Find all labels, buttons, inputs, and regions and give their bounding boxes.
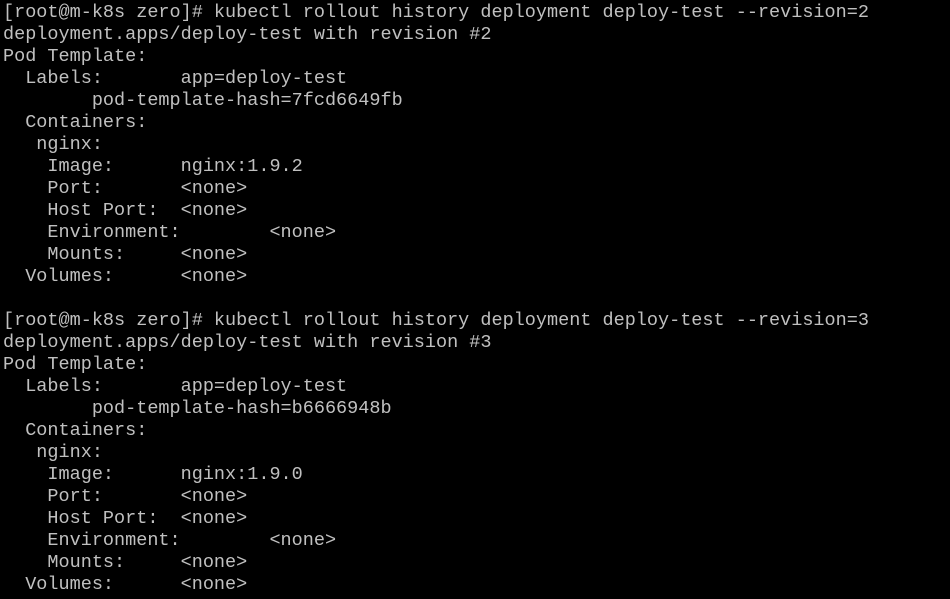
output-line: Mounts: <none> bbox=[3, 552, 248, 573]
output-line: Host Port: <none> bbox=[3, 200, 248, 221]
output-line: Containers: bbox=[3, 420, 148, 441]
output-line: pod-template-hash=b6666948b bbox=[3, 398, 392, 419]
output-line: nginx: bbox=[3, 134, 103, 155]
output-line: Volumes: <none> bbox=[3, 574, 248, 595]
output-line: Pod Template: bbox=[3, 46, 148, 67]
output-line: Containers: bbox=[3, 112, 148, 133]
output-line: Labels: app=deploy-test bbox=[3, 68, 348, 89]
output-line: Environment: <none> bbox=[3, 530, 337, 551]
output-line: Volumes: <none> bbox=[3, 266, 248, 287]
output-line: Labels: app=deploy-test bbox=[3, 376, 348, 397]
terminal-window[interactable]: [root@m-k8s zero]# kubectl rollout histo… bbox=[0, 0, 950, 599]
output-line: Port: <none> bbox=[3, 486, 248, 507]
output-line: pod-template-hash=7fcd6649fb bbox=[3, 90, 403, 111]
output-line: Host Port: <none> bbox=[3, 508, 248, 529]
output-line: deployment.apps/deploy-test with revisio… bbox=[3, 24, 492, 45]
output-line: Environment: <none> bbox=[3, 222, 337, 243]
output-line: Mounts: <none> bbox=[3, 244, 248, 265]
prompt-line: [root@m-k8s zero]# kubectl rollout histo… bbox=[3, 2, 869, 23]
output-line: Image: nginx:1.9.0 bbox=[3, 464, 303, 485]
output-line: Port: <none> bbox=[3, 178, 248, 199]
output-line: nginx: bbox=[3, 442, 103, 463]
output-line: Pod Template: bbox=[3, 354, 148, 375]
prompt-line: [root@m-k8s zero]# kubectl rollout histo… bbox=[3, 310, 869, 331]
output-line: deployment.apps/deploy-test with revisio… bbox=[3, 332, 492, 353]
output-line: Image: nginx:1.9.2 bbox=[3, 156, 303, 177]
